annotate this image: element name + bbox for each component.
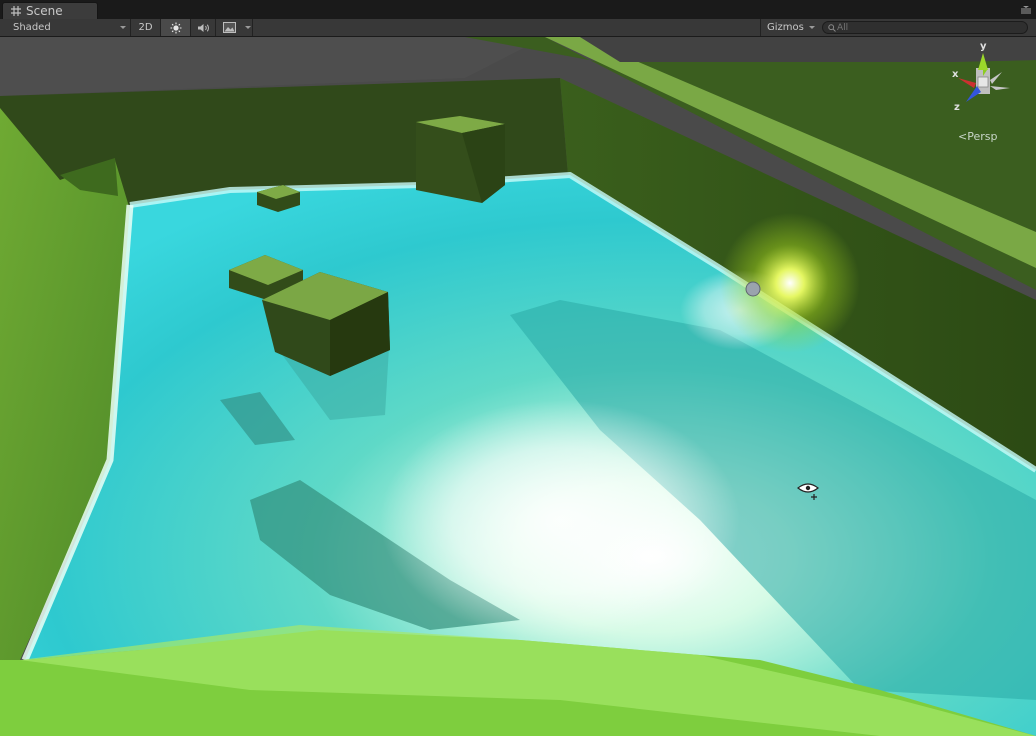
scene-audio-toggle[interactable] — [191, 19, 216, 36]
toggle-2d-label: 2D — [138, 22, 153, 33]
search-input[interactable] — [837, 22, 1017, 33]
scene-effects-dropdown[interactable] — [216, 19, 253, 36]
axis-x-label: x — [952, 69, 959, 80]
audio-icon — [198, 24, 209, 32]
chevron-left-icon: < — [958, 130, 968, 143]
tab-scene-label: Scene — [26, 4, 63, 18]
tab-scene[interactable]: Scene — [2, 2, 98, 19]
gizmos-label: Gizmos — [767, 22, 804, 33]
scene-grid-icon — [11, 6, 21, 16]
hierarchy-search[interactable] — [822, 21, 1028, 34]
chevron-down-icon — [809, 26, 815, 29]
scene-lighting-toggle[interactable] — [161, 19, 191, 36]
chevron-down-icon — [245, 26, 251, 29]
orientation-gizmo[interactable]: y x z — [946, 40, 1018, 113]
scene-toolbar: Shaded 2D Gizmos — [0, 19, 1036, 37]
axis-y-label: y — [980, 41, 987, 52]
scene-render — [0, 37, 1036, 736]
scene-window: Scene Shaded 2D Gizmos All y x z <Persp — [0, 0, 1036, 736]
projection-label: Persp — [967, 130, 998, 143]
projection-toggle[interactable]: <Persp — [958, 130, 997, 143]
window-menu-icon[interactable] — [1020, 5, 1032, 15]
gizmos-dropdown[interactable]: Gizmos — [760, 19, 818, 36]
render-mode-dropdown[interactable]: Shaded — [0, 19, 131, 36]
toggle-2d-button[interactable]: 2D — [131, 19, 161, 36]
chevron-down-icon — [120, 26, 126, 29]
tab-bar: Scene — [0, 0, 1036, 20]
render-mode-label: Shaded — [13, 22, 51, 33]
sun-icon — [170, 22, 182, 34]
axis-z-label: z — [954, 102, 960, 113]
scene-viewport[interactable]: y x z <Persp — [0, 37, 1036, 736]
image-icon — [223, 22, 236, 33]
search-icon — [828, 24, 836, 32]
